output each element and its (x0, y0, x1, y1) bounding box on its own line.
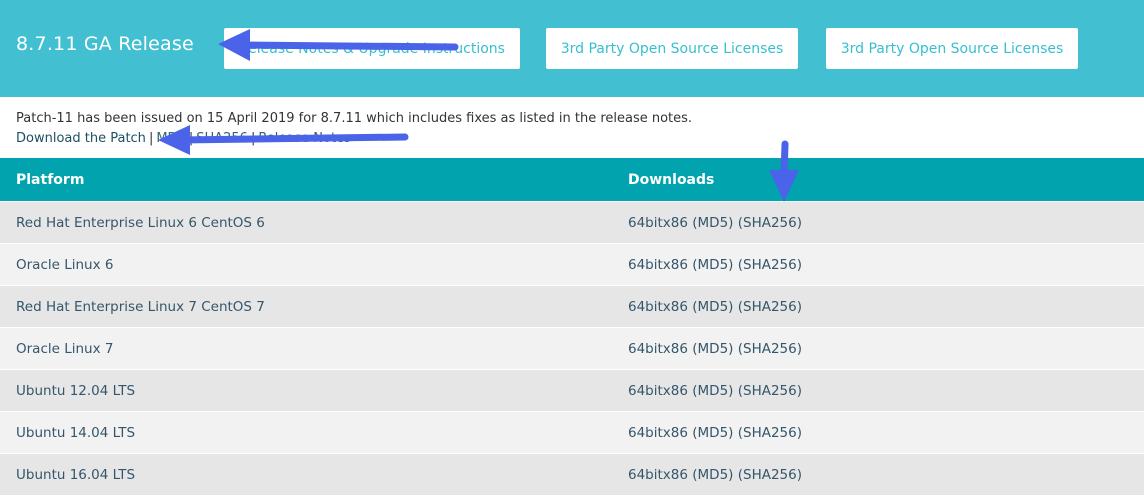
table-row: Ubuntu 16.04 LTS 64bitx86 (MD5) (SHA256) (0, 453, 1144, 495)
table-header: Platform Downloads (0, 158, 1144, 201)
table-body: Red Hat Enterprise Linux 6 CentOS 6 64bi… (0, 201, 1144, 495)
link-separator: | (250, 131, 256, 146)
release-notes-link[interactable]: Release Notes (258, 131, 350, 146)
platform-cell: Red Hat Enterprise Linux 7 CentOS 7 (16, 298, 265, 315)
downloads-cell: 64bitx86 (MD5) (SHA256) (612, 257, 1144, 273)
download-64bit-link[interactable]: 64bitx86 (628, 467, 688, 483)
release-title: 8.7.11 GA Release (16, 33, 194, 55)
platform-column-header: Platform (16, 171, 85, 188)
download-64bit-link[interactable]: 64bitx86 (628, 299, 688, 315)
downloads-cell: 64bitx86 (MD5) (SHA256) (612, 299, 1144, 315)
patch-info: Patch-11 has been issued on 15 April 201… (16, 109, 692, 149)
downloads-cell: 64bitx86 (MD5) (SHA256) (612, 467, 1144, 483)
platform-cell: Oracle Linux 6 (16, 256, 114, 273)
table-row: Ubuntu 12.04 LTS 64bitx86 (MD5) (SHA256) (0, 369, 1144, 411)
md5-link[interactable]: (MD5) (692, 425, 733, 441)
patch-md5-link[interactable]: MD5 (156, 131, 186, 146)
patch-sha256-link[interactable]: SHA256 (196, 131, 248, 146)
md5-link[interactable]: (MD5) (692, 299, 733, 315)
sha256-link[interactable]: (SHA256) (738, 299, 802, 315)
platform-cell: Ubuntu 14.04 LTS (16, 424, 136, 441)
patch-description: Patch-11 has been issued on 15 April 201… (16, 111, 693, 126)
md5-link[interactable]: (MD5) (692, 257, 733, 273)
download-64bit-link[interactable]: 64bitx86 (628, 257, 688, 273)
downloads-cell: 64bitx86 (MD5) (SHA256) (612, 425, 1144, 441)
sha256-link[interactable]: (SHA256) (738, 341, 802, 357)
download-64bit-link[interactable]: 64bitx86 (628, 341, 688, 357)
download-64bit-link[interactable]: 64bitx86 (628, 383, 688, 399)
release-page: 8.7.11 GA Release Release Notes & Upgrad… (0, 0, 1144, 503)
sha256-link[interactable]: (SHA256) (738, 467, 802, 483)
downloads-cell: 64bitx86 (MD5) (SHA256) (612, 383, 1144, 399)
downloads-cell: 64bitx86 (MD5) (SHA256) (612, 215, 1144, 231)
platform-cell: Oracle Linux 7 (16, 340, 114, 357)
patch-links: Download the Patch | MD5 | SHA256 | Release No… (16, 129, 692, 149)
downloads-column-header: Downloads (628, 171, 715, 188)
platform-cell: Red Hat Enterprise Linux 6 CentOS 6 (16, 214, 265, 231)
table-row: Red Hat Enterprise Linux 7 CentOS 7 64bi… (0, 285, 1144, 327)
platform-cell: Ubuntu 12.04 LTS (16, 382, 136, 399)
release-header: 8.7.11 GA Release Release Notes & Upgrad… (0, 0, 1144, 97)
platform-cell: Ubuntu 16.04 LTS (16, 466, 136, 483)
md5-link[interactable]: (MD5) (692, 341, 733, 357)
sha256-link[interactable]: (SHA256) (738, 383, 802, 399)
md5-link[interactable]: (MD5) (692, 383, 733, 399)
open-source-licenses-button[interactable]: 3rd Party Open Source Licenses (546, 28, 798, 69)
sha256-link[interactable]: (SHA256) (738, 425, 802, 441)
md5-link[interactable]: (MD5) (692, 215, 733, 231)
table-row: Ubuntu 14.04 LTS 64bitx86 (MD5) (SHA256) (0, 411, 1144, 453)
table-row: Oracle Linux 6 64bitx86 (MD5) (SHA256) (0, 243, 1144, 285)
download-64bit-link[interactable]: 64bitx86 (628, 425, 688, 441)
md5-link[interactable]: (MD5) (692, 467, 733, 483)
downloads-table: Platform Downloads Red Hat Enterprise Li… (0, 158, 1144, 495)
link-separator: | (148, 131, 154, 146)
download-64bit-link[interactable]: 64bitx86 (628, 215, 688, 231)
link-separator: | (188, 131, 194, 146)
open-source-licenses-button-2[interactable]: 3rd Party Open Source Licenses (826, 28, 1078, 69)
download-patch-link[interactable]: Download the Patch (16, 131, 146, 146)
table-row: Red Hat Enterprise Linux 6 CentOS 6 64bi… (0, 201, 1144, 243)
downloads-cell: 64bitx86 (MD5) (SHA256) (612, 341, 1144, 357)
release-notes-button[interactable]: Release Notes & Upgrade Instructions (224, 28, 520, 69)
sha256-link[interactable]: (SHA256) (738, 257, 802, 273)
table-row: Oracle Linux 7 64bitx86 (MD5) (SHA256) (0, 327, 1144, 369)
sha256-link[interactable]: (SHA256) (738, 215, 802, 231)
